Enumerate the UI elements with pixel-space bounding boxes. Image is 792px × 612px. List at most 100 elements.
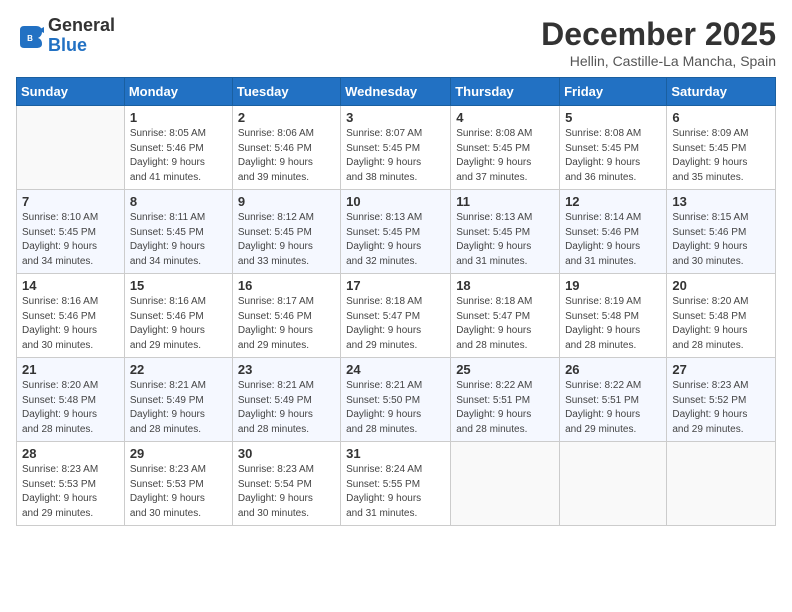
- calendar-cell: 26Sunrise: 8:22 AM Sunset: 5:51 PM Dayli…: [560, 358, 667, 442]
- calendar-cell: [17, 106, 125, 190]
- day-number: 10: [346, 194, 445, 209]
- calendar-week-row: 21 Sunrise: 8:20 AM Sunset: 5:48 PM Dayli…: [17, 358, 776, 442]
- column-header-tuesday: Tuesday: [232, 78, 340, 106]
- day-number: 13: [672, 194, 770, 209]
- logo-text: General Blue: [48, 16, 115, 56]
- calendar-cell: [667, 442, 776, 526]
- day-info: Sunrise: 8:23 AM Sunset: 5:54 PM Dayligh…: [238, 463, 335, 521]
- day-info: Sunrise: 8:06 AM Sunset: 5:46 PM Dayligh…: [238, 127, 335, 185]
- day-number: 30: [238, 446, 335, 461]
- calendar-cell: 1 Sunrise: 8:05 AM Sunset: 5:46 PM Daylig…: [124, 106, 232, 190]
- day-number: 31: [346, 446, 445, 461]
- title-block: December 2025 Hellin, Castille-La Mancha…: [541, 16, 776, 69]
- calendar-cell: 7 Sunrise: 8:10 AM Sunset: 5:45 PM Daylig…: [17, 190, 125, 274]
- day-number: 18: [456, 278, 554, 293]
- day-number: 29: [130, 446, 227, 461]
- month-year: December 2025: [541, 16, 776, 53]
- day-info: Sunrise: 8:12 AM Sunset: 5:45 PM Dayligh…: [238, 211, 335, 269]
- column-header-thursday: Thursday: [451, 78, 560, 106]
- calendar-cell: 21 Sunrise: 8:20 AM Sunset: 5:48 PM Dayli…: [17, 358, 125, 442]
- day-info: Sunrise: 8:08 AM Sunset: 5:45 PM Dayligh…: [565, 127, 661, 185]
- calendar-cell: 18 Sunrise: 8:18 AM Sunset: 5:47 PM Dayli…: [451, 274, 560, 358]
- day-number: 4: [456, 110, 554, 125]
- day-info: Sunrise: 8:10 AM Sunset: 5:45 PM Dayligh…: [22, 211, 119, 269]
- day-info: Sunrise: 8:21 AM Sunset: 5:49 PM Dayligh…: [238, 379, 335, 437]
- page-header: B General Blue December 2025 Hellin, Cas…: [16, 16, 776, 69]
- calendar-header-row: SundayMondayTuesdayWednesdayThursdayFrid…: [17, 78, 776, 106]
- calendar-table: SundayMondayTuesdayWednesdayThursdayFrid…: [16, 77, 776, 526]
- location: Hellin, Castille-La Mancha, Spain: [541, 53, 776, 69]
- column-header-sunday: Sunday: [17, 78, 125, 106]
- day-number: 21: [22, 362, 119, 377]
- calendar-cell: 11 Sunrise: 8:13 AM Sunset: 5:45 PM Dayli…: [451, 190, 560, 274]
- calendar-cell: 13 Sunrise: 8:15 AM Sunset: 5:46 PM Dayli…: [667, 190, 776, 274]
- day-number: 15: [130, 278, 227, 293]
- calendar-cell: 30 Sunrise: 8:23 AM Sunset: 5:54 PM Dayli…: [232, 442, 340, 526]
- day-info: Sunrise: 8:14 AM Sunset: 5:46 PM Dayligh…: [565, 211, 661, 269]
- calendar-cell: 25 Sunrise: 8:22 AM Sunset: 5:51 PM Dayli…: [451, 358, 560, 442]
- day-info: Sunrise: 8:13 AM Sunset: 5:45 PM Dayligh…: [346, 211, 445, 269]
- calendar-cell: 14Sunrise: 8:16 AM Sunset: 5:46 PM Dayli…: [17, 274, 125, 358]
- day-info: Sunrise: 8:23 AM Sunset: 5:53 PM Dayligh…: [130, 463, 227, 521]
- day-number: 8: [130, 194, 227, 209]
- day-info: Sunrise: 8:05 AM Sunset: 5:46 PM Dayligh…: [130, 127, 227, 185]
- calendar-cell: 3 Sunrise: 8:07 AM Sunset: 5:45 PM Daylig…: [341, 106, 451, 190]
- calendar-cell: 23 Sunrise: 8:21 AM Sunset: 5:49 PM Dayli…: [232, 358, 340, 442]
- day-info: Sunrise: 8:07 AM Sunset: 5:45 PM Dayligh…: [346, 127, 445, 185]
- day-info: Sunrise: 8:08 AM Sunset: 5:45 PM Dayligh…: [456, 127, 554, 185]
- column-header-wednesday: Wednesday: [341, 78, 451, 106]
- calendar-cell: 15 Sunrise: 8:16 AM Sunset: 5:46 PM Dayli…: [124, 274, 232, 358]
- day-info: Sunrise: 8:17 AM Sunset: 5:46 PM Dayligh…: [238, 295, 335, 353]
- calendar-cell: 29 Sunrise: 8:23 AM Sunset: 5:53 PM Dayli…: [124, 442, 232, 526]
- day-info: Sunrise: 8:22 AM Sunset: 5:51 PM Dayligh…: [456, 379, 554, 437]
- day-info: Sunrise: 8:13 AM Sunset: 5:45 PM Dayligh…: [456, 211, 554, 269]
- calendar-cell: 8 Sunrise: 8:11 AM Sunset: 5:45 PM Daylig…: [124, 190, 232, 274]
- calendar-week-row: 1 Sunrise: 8:05 AM Sunset: 5:46 PM Daylig…: [17, 106, 776, 190]
- calendar-cell: 9 Sunrise: 8:12 AM Sunset: 5:45 PM Daylig…: [232, 190, 340, 274]
- day-number: 19: [565, 278, 661, 293]
- day-info: Sunrise: 8:21 AM Sunset: 5:50 PM Dayligh…: [346, 379, 445, 437]
- day-info: Sunrise: 8:15 AM Sunset: 5:46 PM Dayligh…: [672, 211, 770, 269]
- calendar-cell: 31Sunrise: 8:24 AM Sunset: 5:55 PM Dayli…: [341, 442, 451, 526]
- day-number: 25: [456, 362, 554, 377]
- day-number: 7: [22, 194, 119, 209]
- day-number: 12: [565, 194, 661, 209]
- calendar-cell: 24 Sunrise: 8:21 AM Sunset: 5:50 PM Dayli…: [341, 358, 451, 442]
- day-number: 20: [672, 278, 770, 293]
- day-number: 9: [238, 194, 335, 209]
- column-header-monday: Monday: [124, 78, 232, 106]
- day-number: 27: [672, 362, 770, 377]
- day-info: Sunrise: 8:19 AM Sunset: 5:48 PM Dayligh…: [565, 295, 661, 353]
- calendar-cell: 17Sunrise: 8:18 AM Sunset: 5:47 PM Dayli…: [341, 274, 451, 358]
- day-info: Sunrise: 8:11 AM Sunset: 5:45 PM Dayligh…: [130, 211, 227, 269]
- calendar-cell: 12 Sunrise: 8:14 AM Sunset: 5:46 PM Dayli…: [560, 190, 667, 274]
- day-number: 23: [238, 362, 335, 377]
- svg-text:B: B: [27, 34, 33, 43]
- calendar-cell: 6 Sunrise: 8:09 AM Sunset: 5:45 PM Daylig…: [667, 106, 776, 190]
- day-info: Sunrise: 8:16 AM Sunset: 5:46 PM Dayligh…: [130, 295, 227, 353]
- day-number: 26: [565, 362, 661, 377]
- day-number: 28: [22, 446, 119, 461]
- calendar-cell: 2 Sunrise: 8:06 AM Sunset: 5:46 PM Daylig…: [232, 106, 340, 190]
- day-number: 24: [346, 362, 445, 377]
- day-info: Sunrise: 8:20 AM Sunset: 5:48 PM Dayligh…: [672, 295, 770, 353]
- calendar-week-row: 7 Sunrise: 8:10 AM Sunset: 5:45 PM Daylig…: [17, 190, 776, 274]
- day-number: 3: [346, 110, 445, 125]
- day-info: Sunrise: 8:20 AM Sunset: 5:48 PM Dayligh…: [22, 379, 119, 437]
- calendar-cell: 4 Sunrise: 8:08 AM Sunset: 5:45 PM Daylig…: [451, 106, 560, 190]
- day-info: Sunrise: 8:09 AM Sunset: 5:45 PM Dayligh…: [672, 127, 770, 185]
- day-info: Sunrise: 8:23 AM Sunset: 5:52 PM Dayligh…: [672, 379, 770, 437]
- day-number: 6: [672, 110, 770, 125]
- day-number: 2: [238, 110, 335, 125]
- column-header-saturday: Saturday: [667, 78, 776, 106]
- day-number: 17: [346, 278, 445, 293]
- logo-icon: B: [16, 22, 44, 50]
- day-info: Sunrise: 8:23 AM Sunset: 5:53 PM Dayligh…: [22, 463, 119, 521]
- calendar-cell: 20 Sunrise: 8:20 AM Sunset: 5:48 PM Dayli…: [667, 274, 776, 358]
- day-number: 16: [238, 278, 335, 293]
- day-number: 11: [456, 194, 554, 209]
- day-number: 1: [130, 110, 227, 125]
- logo: B General Blue: [16, 16, 115, 56]
- day-info: Sunrise: 8:18 AM Sunset: 5:47 PM Dayligh…: [456, 295, 554, 353]
- column-header-friday: Friday: [560, 78, 667, 106]
